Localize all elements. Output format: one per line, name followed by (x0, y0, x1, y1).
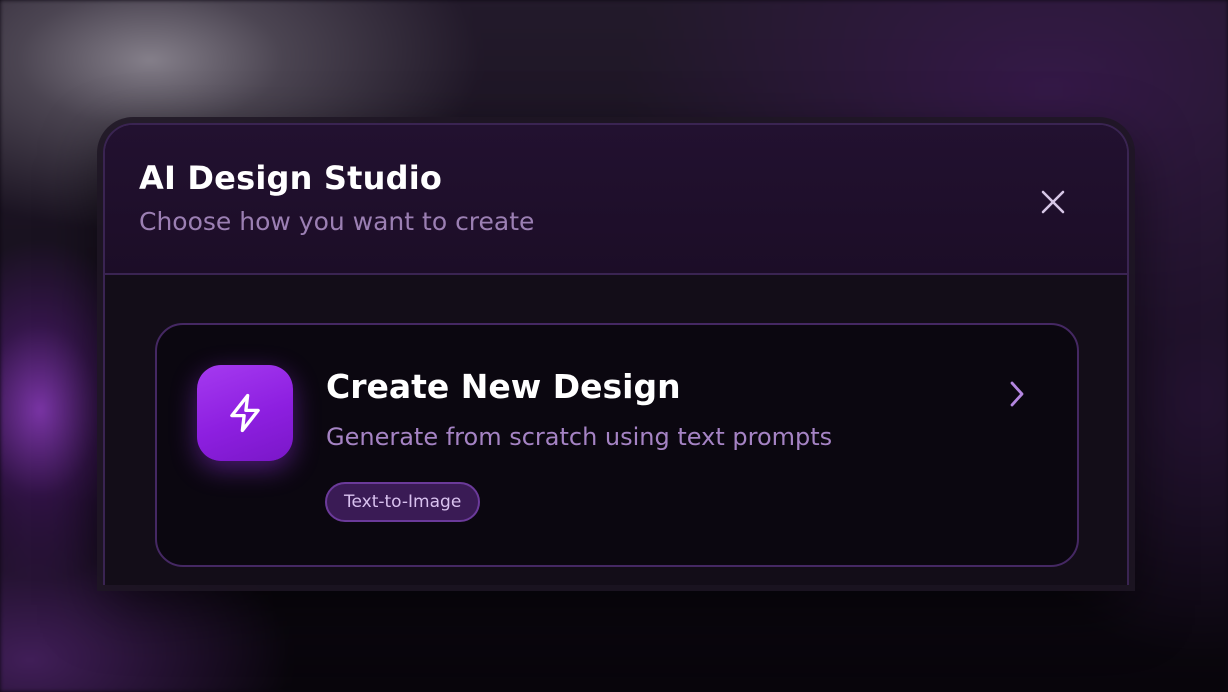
create-design-icon-tile (197, 365, 293, 461)
modal-title: AI Design Studio (139, 159, 443, 197)
option-description: Generate from scratch using text prompts (326, 423, 833, 451)
lightning-bolt-icon (230, 393, 260, 433)
chevron-right-icon (1003, 377, 1031, 411)
close-icon (1041, 190, 1065, 214)
ai-design-studio-modal: AI Design Studio Choose how you want to … (103, 123, 1129, 585)
modal-subtitle: Choose how you want to create (139, 207, 535, 236)
modal-header: AI Design Studio Choose how you want to … (105, 125, 1127, 275)
create-new-design-option[interactable]: Create New Design Generate from scratch … (155, 323, 1079, 567)
option-tag-badge: Text-to-Image (325, 482, 481, 522)
option-title: Create New Design (326, 367, 681, 406)
close-button[interactable] (1033, 182, 1073, 222)
